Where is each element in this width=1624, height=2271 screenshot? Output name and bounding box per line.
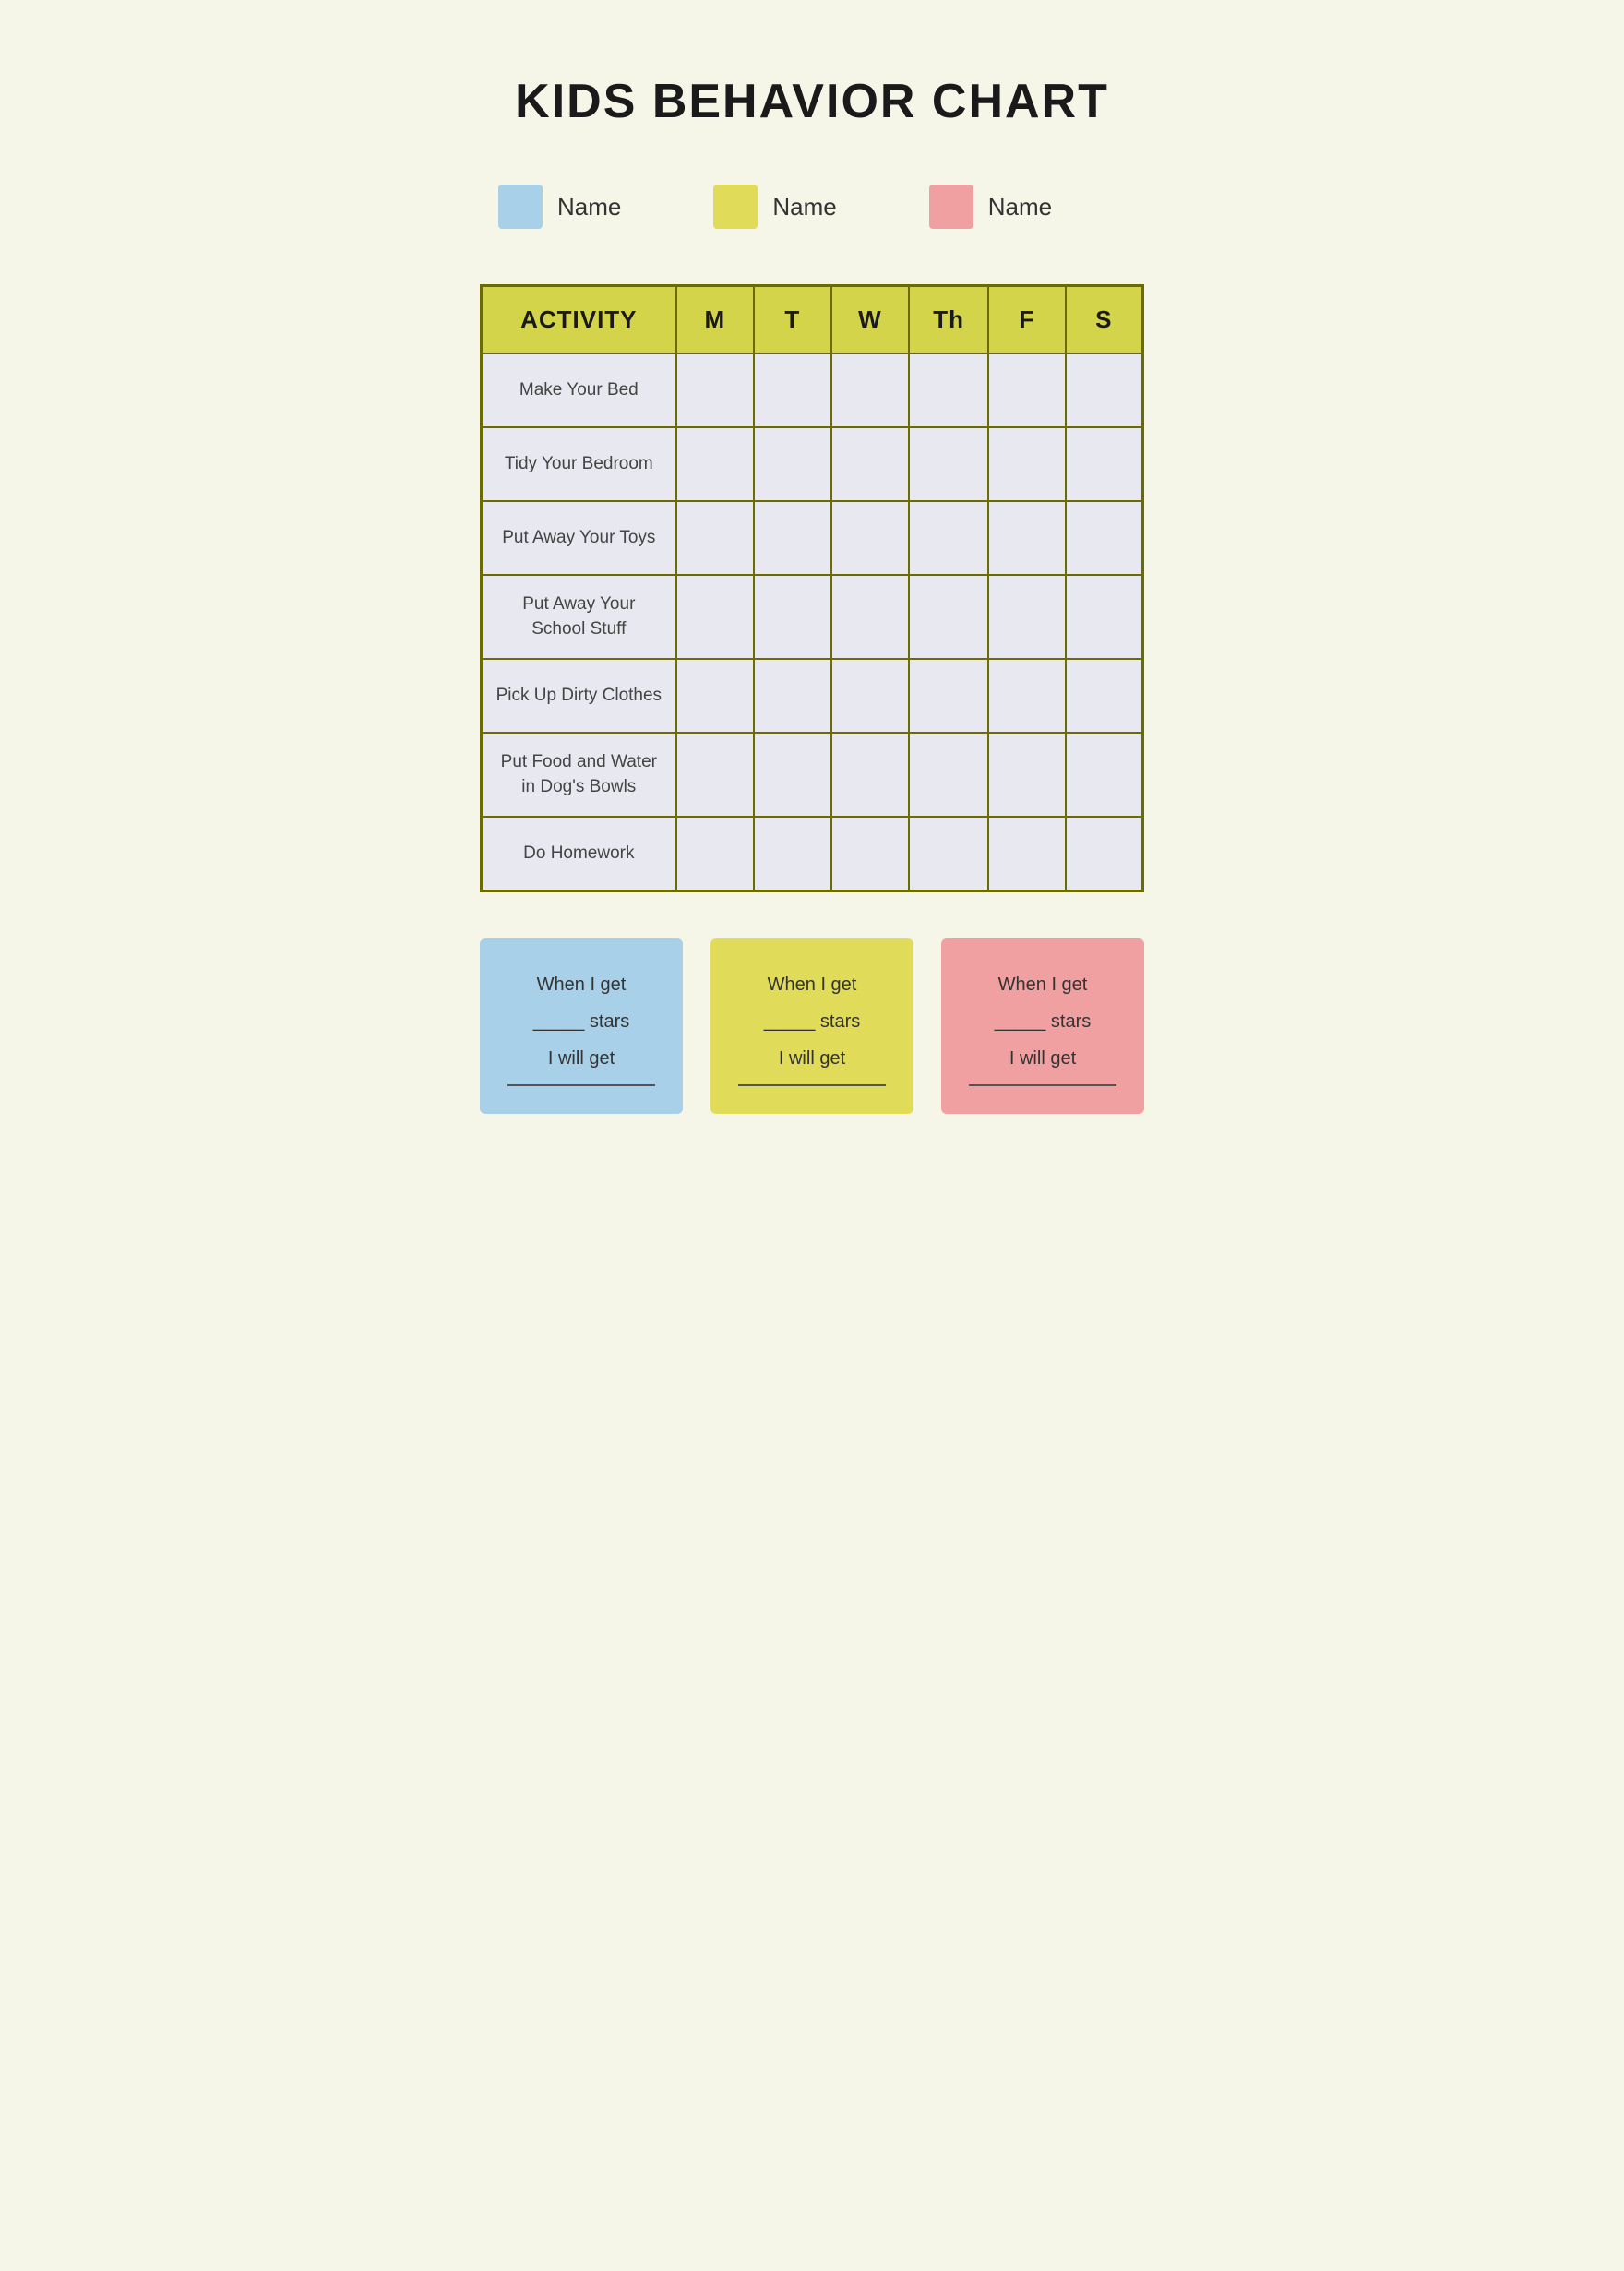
cell-6-w[interactable]	[831, 817, 910, 890]
activity-cell-2: Put Away Your Toys	[482, 501, 676, 575]
reward-line2-0: _____ stars	[533, 1011, 630, 1032]
cell-4-th[interactable]	[909, 659, 988, 733]
table-row: Put Away Your Toys	[482, 501, 1143, 575]
cell-2-t[interactable]	[754, 501, 831, 575]
reward-line2-2: _____ stars	[995, 1011, 1092, 1032]
reward-blank-2	[969, 1084, 1116, 1086]
day-header-w: W	[831, 286, 910, 354]
reward-line1-0: When I get	[537, 974, 627, 995]
legend-item-1: Name	[713, 185, 836, 229]
cell-2-m[interactable]	[676, 501, 754, 575]
cell-0-s[interactable]	[1066, 353, 1143, 427]
activity-cell-4: Pick Up Dirty Clothes	[482, 659, 676, 733]
reward-blank-0	[508, 1084, 655, 1086]
cell-5-t[interactable]	[754, 733, 831, 817]
cell-4-t[interactable]	[754, 659, 831, 733]
day-header-m: M	[676, 286, 754, 354]
cell-3-s[interactable]	[1066, 575, 1143, 659]
cell-4-w[interactable]	[831, 659, 910, 733]
table-row: Pick Up Dirty Clothes	[482, 659, 1143, 733]
cell-2-th[interactable]	[909, 501, 988, 575]
behavior-chart-table: ACTIVITY MTWThFS Make Your BedTidy Your …	[480, 284, 1144, 892]
reward-card-2: When I get _____ stars I will get	[941, 938, 1144, 1114]
cell-5-th[interactable]	[909, 733, 988, 817]
cell-3-w[interactable]	[831, 575, 910, 659]
cell-2-s[interactable]	[1066, 501, 1143, 575]
reward-section: When I get _____ stars I will get When I…	[480, 938, 1144, 1114]
cell-4-s[interactable]	[1066, 659, 1143, 733]
legend-section: Name Name Name	[480, 185, 1144, 229]
table-row: Put Food and Water in Dog's Bowls	[482, 733, 1143, 817]
day-header-f: F	[988, 286, 1066, 354]
reward-line3-0: I will get	[548, 1048, 615, 1069]
cell-3-m[interactable]	[676, 575, 754, 659]
reward-line1-1: When I get	[768, 974, 857, 995]
cell-3-t[interactable]	[754, 575, 831, 659]
cell-0-w[interactable]	[831, 353, 910, 427]
activity-cell-3: Put Away Your School Stuff	[482, 575, 676, 659]
table-header-row: ACTIVITY MTWThFS	[482, 286, 1143, 354]
day-header-s: S	[1066, 286, 1143, 354]
activity-header: ACTIVITY	[482, 286, 676, 354]
cell-6-f[interactable]	[988, 817, 1066, 890]
reward-card-0: When I get _____ stars I will get	[480, 938, 683, 1114]
cell-0-th[interactable]	[909, 353, 988, 427]
cell-2-w[interactable]	[831, 501, 910, 575]
cell-1-f[interactable]	[988, 427, 1066, 501]
cell-0-m[interactable]	[676, 353, 754, 427]
cell-6-t[interactable]	[754, 817, 831, 890]
table-row: Make Your Bed	[482, 353, 1143, 427]
cell-1-th[interactable]	[909, 427, 988, 501]
cell-0-f[interactable]	[988, 353, 1066, 427]
table-row: Tidy Your Bedroom	[482, 427, 1143, 501]
legend-color-1	[713, 185, 758, 229]
day-header-th: Th	[909, 286, 988, 354]
activity-cell-5: Put Food and Water in Dog's Bowls	[482, 733, 676, 817]
reward-line3-2: I will get	[1009, 1048, 1076, 1069]
cell-3-th[interactable]	[909, 575, 988, 659]
day-header-t: T	[754, 286, 831, 354]
cell-1-s[interactable]	[1066, 427, 1143, 501]
table-row: Put Away Your School Stuff	[482, 575, 1143, 659]
cell-5-m[interactable]	[676, 733, 754, 817]
legend-color-2	[929, 185, 973, 229]
cell-1-m[interactable]	[676, 427, 754, 501]
reward-blank-1	[738, 1084, 886, 1086]
reward-line3-1: I will get	[779, 1048, 845, 1069]
cell-1-w[interactable]	[831, 427, 910, 501]
cell-5-f[interactable]	[988, 733, 1066, 817]
table-row: Do Homework	[482, 817, 1143, 890]
cell-4-f[interactable]	[988, 659, 1066, 733]
cell-0-t[interactable]	[754, 353, 831, 427]
reward-card-1: When I get _____ stars I will get	[710, 938, 914, 1114]
cell-6-th[interactable]	[909, 817, 988, 890]
cell-2-f[interactable]	[988, 501, 1066, 575]
reward-line1-2: When I get	[998, 974, 1088, 995]
legend-item-0: Name	[498, 185, 621, 229]
cell-6-m[interactable]	[676, 817, 754, 890]
cell-5-w[interactable]	[831, 733, 910, 817]
activity-cell-1: Tidy Your Bedroom	[482, 427, 676, 501]
cell-1-t[interactable]	[754, 427, 831, 501]
page-title: KIDS BEHAVIOR CHART	[480, 74, 1144, 129]
activity-cell-0: Make Your Bed	[482, 353, 676, 427]
page-container: KIDS BEHAVIOR CHART Name Name Name ACTIVIT…	[406, 18, 1218, 1169]
legend-color-0	[498, 185, 543, 229]
cell-6-s[interactable]	[1066, 817, 1143, 890]
legend-item-2: Name	[929, 185, 1052, 229]
legend-label-1: Name	[772, 193, 836, 221]
cell-4-m[interactable]	[676, 659, 754, 733]
legend-label-0: Name	[557, 193, 621, 221]
cell-5-s[interactable]	[1066, 733, 1143, 817]
table-body: Make Your BedTidy Your BedroomPut Away Y…	[482, 353, 1143, 890]
legend-label-2: Name	[988, 193, 1052, 221]
reward-line2-1: _____ stars	[764, 1011, 861, 1032]
activity-cell-6: Do Homework	[482, 817, 676, 890]
cell-3-f[interactable]	[988, 575, 1066, 659]
